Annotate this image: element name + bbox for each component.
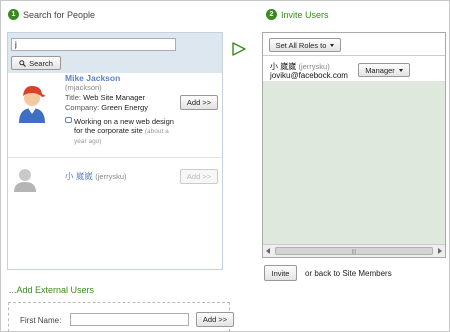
search-button[interactable]: Search [11, 56, 61, 70]
external-users-heading[interactable]: ...Add External Users [9, 285, 94, 295]
scroll-left-icon[interactable] [266, 248, 270, 254]
search-panel: Search Mike Jackson (mjackson) Title: We… [7, 32, 223, 270]
set-all-roles-dropdown[interactable]: Set All Roles to [269, 38, 341, 52]
horizontal-scrollbar[interactable]: ||| [263, 244, 445, 257]
search-input[interactable] [11, 38, 176, 51]
invite-button[interactable]: Invite [264, 265, 297, 281]
scroll-right-icon[interactable] [438, 248, 442, 254]
site-members-link[interactable]: Site Members [342, 269, 391, 278]
person-handle: (jerrysku) [95, 172, 127, 181]
person-handle: (mjackson) [65, 83, 102, 92]
add-external-user-button[interactable]: Add >> [196, 312, 234, 327]
search-bar-area: Search [8, 33, 222, 73]
role-dropdown[interactable]: Manager [358, 63, 410, 77]
person-company-row: Company: Green Energy [65, 103, 148, 112]
status-bubble-icon [65, 117, 72, 123]
search-icon [19, 59, 27, 67]
step-search-header: 1 Search for People [8, 9, 95, 20]
chevron-down-icon [398, 68, 403, 72]
invite-list-panel: Set All Roles to 小 崴崴 (jerrysku) joviku@… [262, 32, 446, 258]
back-to-members: or back to Site Members [305, 269, 392, 278]
first-name-label: First Name: [20, 316, 62, 325]
person-name-link[interactable]: Mike Jackson [65, 73, 120, 83]
person-name-row: 小 崴崴 (jerrysku) [65, 170, 127, 182]
step-number-badge: 2 [266, 9, 277, 20]
person-status: Working on a new web design for the corp… [65, 117, 177, 146]
invited-user-handle: (jerrysku) [298, 62, 330, 71]
back-prefix-text: or back to [305, 269, 341, 278]
add-user-button[interactable]: Add >> [180, 169, 218, 184]
first-name-field[interactable] [70, 313, 189, 326]
role-label: Manager [365, 65, 395, 75]
step-label: Search for People [23, 9, 96, 20]
scrollbar-thumb[interactable]: ||| [275, 247, 433, 255]
step-invite-header: 2 Invite Users [266, 9, 329, 20]
search-result-item: 小 崴崴 (jerrysku) Add >> [8, 157, 222, 193]
person-title: Web Site Manager [83, 93, 146, 102]
step-label: Invite Users [281, 9, 329, 20]
avatar-icon [13, 166, 37, 192]
person-name-link[interactable]: 小 崴崴 [65, 171, 93, 181]
avatar-icon [16, 81, 48, 123]
invite-toolbar: Set All Roles to [263, 33, 445, 56]
person-company: Green Energy [101, 103, 148, 112]
search-result-item: Mike Jackson (mjackson) Title: Web Site … [8, 73, 222, 147]
search-button-label: Search [29, 58, 53, 68]
invited-user-row: 小 崴崴 (jerrysku) joviku@facebock.com Mana… [263, 56, 445, 82]
invited-user-email: joviku@facebock.com [270, 71, 348, 80]
chevron-down-icon [330, 43, 335, 47]
company-label: Company: [65, 103, 100, 112]
add-user-button[interactable]: Add >> [180, 95, 218, 110]
person-title-row: Title: Web Site Manager [65, 93, 145, 102]
set-all-roles-label: Set All Roles to [275, 40, 327, 50]
step-number-badge: 1 [8, 9, 19, 20]
arrow-right-icon [232, 42, 246, 56]
invited-user-name: 小 崴崴 [270, 62, 297, 71]
title-label: Title: [65, 93, 81, 102]
